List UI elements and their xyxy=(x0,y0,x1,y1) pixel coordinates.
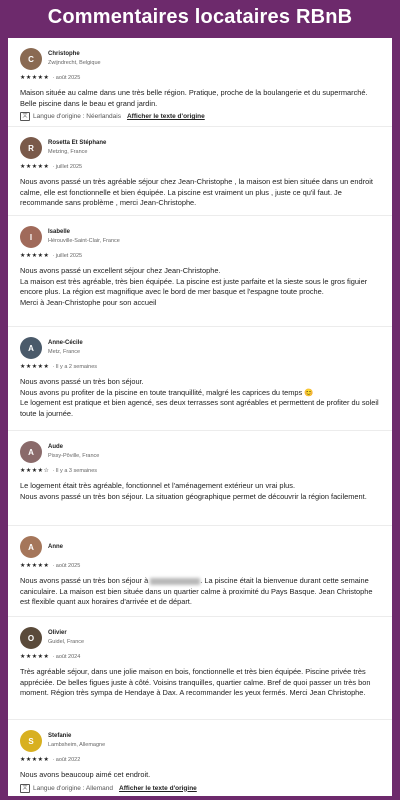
review-date: août 2025 xyxy=(55,74,81,81)
review-card: A Anne-Cécile Metz, France ★★★★★ · Il y a… xyxy=(8,327,392,431)
review-text-start: Nous avons passé un très bon séjour à xyxy=(20,576,149,585)
redacted-place xyxy=(150,577,201,585)
review-text: Le logement était très agréable, fonctio… xyxy=(20,481,367,501)
page-title: Commentaires locataires RBnB xyxy=(0,0,400,34)
reviewer-location: Hérouville-Saint-Clair, France xyxy=(48,238,120,244)
reviewer-name[interactable]: Anne xyxy=(48,543,63,552)
original-language: Langue d'origine : Néerlandais xyxy=(33,113,121,121)
star-rating: ★★★★★ xyxy=(20,757,50,763)
avatar[interactable]: A xyxy=(20,337,42,359)
review-date: Il y a 2 semaines xyxy=(55,363,98,370)
reviewer-location: Guidel, France xyxy=(48,639,85,645)
page: Commentaires locataires RBnB C Christoph… xyxy=(0,0,400,800)
avatar[interactable]: I xyxy=(20,226,42,248)
reviewer-location: Metzing, France xyxy=(48,149,88,155)
avatar[interactable]: S xyxy=(20,730,42,752)
reviewer-name[interactable]: Olivier xyxy=(48,629,84,638)
review-card: A Anne ★★★★★ · août 2025 Nous avons passé… xyxy=(8,526,392,617)
review-text: Nous avons passé un excellent séjour che… xyxy=(20,266,368,307)
review-card: I Isabelle Hérouville-Saint-Clair, Franc… xyxy=(8,216,392,327)
avatar[interactable]: C xyxy=(20,48,42,70)
avatar[interactable]: R xyxy=(20,137,42,159)
review-date: juillet 2025 xyxy=(55,163,83,170)
star-rating: ★★★★★ xyxy=(20,364,50,370)
reviewer-name[interactable]: Anne-Cécile xyxy=(48,339,83,348)
star-rating: ★★★★☆ xyxy=(20,468,50,474)
reviewer-name[interactable]: Christophe xyxy=(48,50,101,59)
review-date: août 2024 xyxy=(55,653,81,660)
show-original-link[interactable]: Afficher le texte d'origine xyxy=(119,785,197,792)
review-text: Maison située au calme dans une très bel… xyxy=(20,88,368,108)
star-rating: ★★★★★ xyxy=(20,164,50,170)
translate-icon: 文 xyxy=(20,783,30,793)
show-original-link[interactable]: Afficher le texte d'origine xyxy=(127,113,205,120)
translate-icon: 文 xyxy=(20,112,30,122)
reviewer-location: Zwijndrecht, Belgique xyxy=(48,60,101,66)
review-card: S Stefanie Lambsheim, Allemagne ★★★★★ · a… xyxy=(8,720,392,796)
avatar[interactable]: O xyxy=(20,627,42,649)
review-date: août 2025 xyxy=(55,562,81,569)
reviewer-location: Pissy-Pôville, France xyxy=(48,453,100,459)
original-language: Langue d'origine : Allemand xyxy=(33,784,114,792)
avatar[interactable]: A xyxy=(20,441,42,463)
review-text: Nous avons passé un très agréable séjour… xyxy=(20,177,373,208)
review-text: Nous avons passé un très bon séjour à . … xyxy=(20,576,380,608)
star-rating: ★★★★★ xyxy=(20,563,50,569)
review-date: août 2022 xyxy=(55,756,81,763)
avatar[interactable]: A xyxy=(20,536,42,558)
review-date: juillet 2025 xyxy=(55,252,83,259)
reviewer-name[interactable]: Aude xyxy=(48,443,99,452)
reviewer-name[interactable]: Isabelle xyxy=(48,228,120,237)
reviewer-location: Metz, France xyxy=(48,349,81,355)
star-rating: ★★★★★ xyxy=(20,253,50,259)
review-card: R Rosetta Et Stéphane Metzing, France ★★… xyxy=(8,127,392,216)
star-rating: ★★★★★ xyxy=(20,75,50,81)
reviewer-location: Lambsheim, Allemagne xyxy=(48,742,106,748)
review-card: A Aude Pissy-Pôville, France ★★★★☆ · Il y… xyxy=(8,431,392,526)
reviews-panel[interactable]: C Christophe Zwijndrecht, Belgique ★★★★★… xyxy=(8,38,392,796)
review-card: C Christophe Zwijndrecht, Belgique ★★★★★… xyxy=(8,38,392,127)
review-date: Il y a 3 semaines xyxy=(55,467,98,474)
reviewer-name[interactable]: Rosetta Et Stéphane xyxy=(48,139,106,148)
reviewer-name[interactable]: Stefanie xyxy=(48,732,105,741)
review-text: Nous avons beaucoup aimé cet endroit. xyxy=(20,770,151,779)
review-text: Très agréable séjour, dans une jolie mai… xyxy=(20,667,371,698)
review-card: O Olivier Guidel, France ★★★★★ · août 202… xyxy=(8,617,392,720)
review-text: Nous avons passé un très bon séjour. Nou… xyxy=(20,377,379,418)
star-rating: ★★★★★ xyxy=(20,654,50,660)
